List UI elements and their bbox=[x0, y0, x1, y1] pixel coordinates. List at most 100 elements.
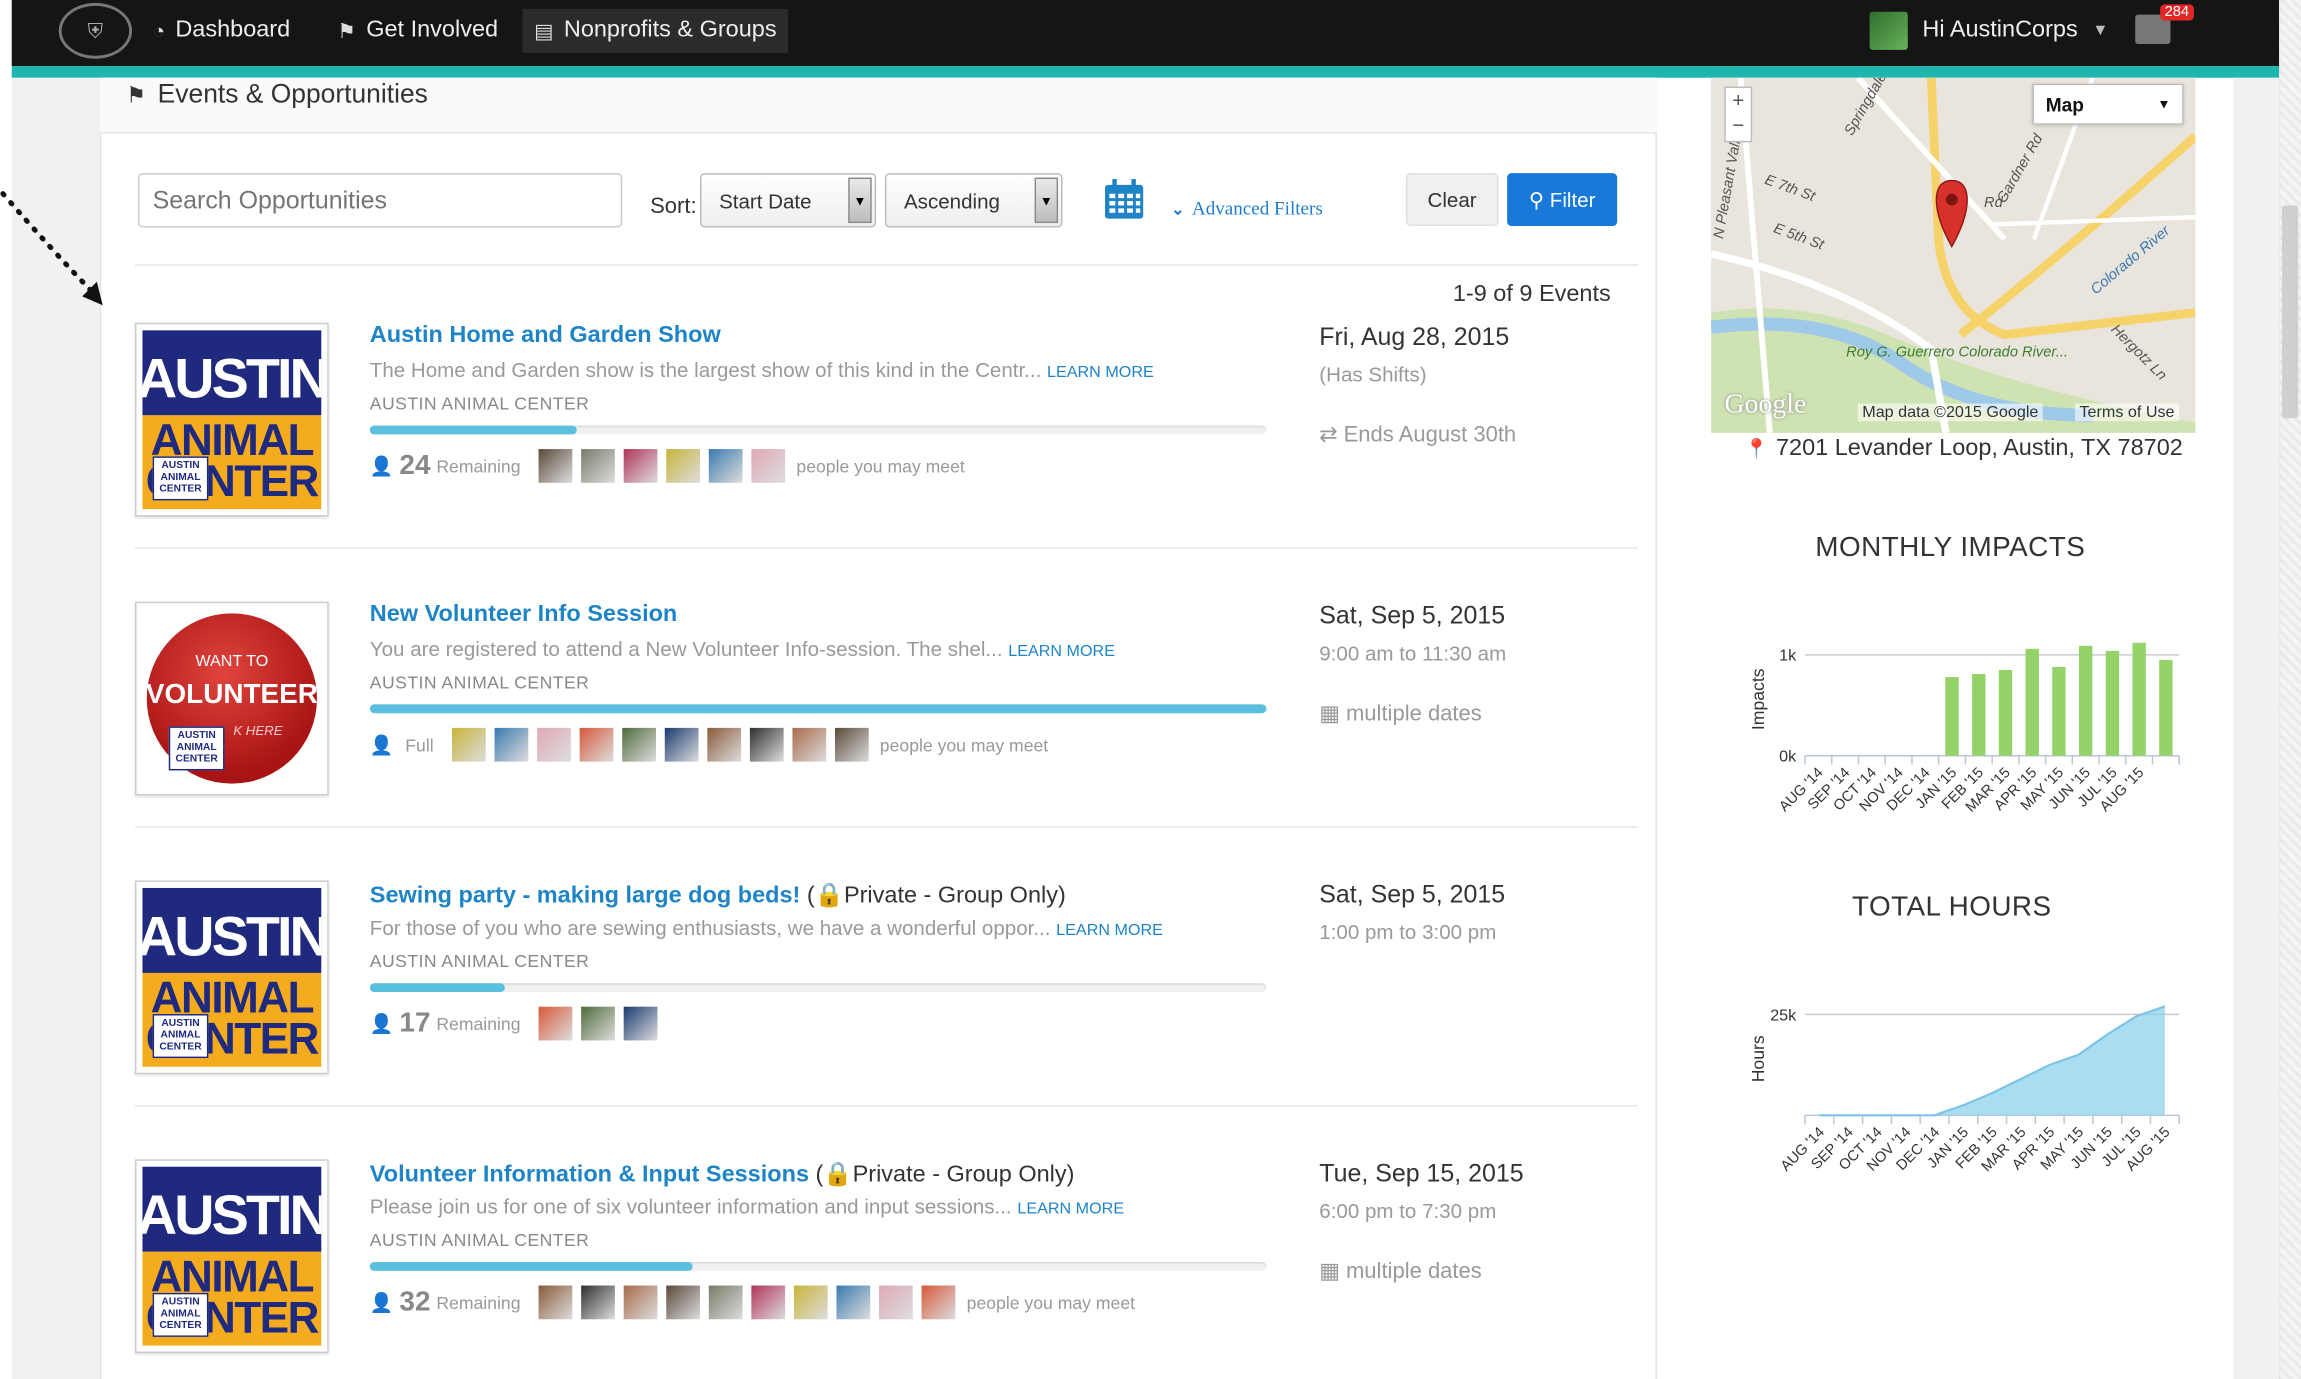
nav-nonprofits-label: Nonprofits & Groups bbox=[563, 17, 777, 43]
remaining-label: Full bbox=[405, 734, 434, 756]
volunteer-avatar[interactable] bbox=[836, 1285, 870, 1320]
remaining-count: 17 bbox=[399, 1007, 431, 1039]
sort-field-select[interactable]: Start Date ▼ bbox=[699, 173, 877, 228]
volunteer-avatar[interactable] bbox=[664, 727, 698, 762]
panel-title: ⚑ Events & Opportunities bbox=[126, 79, 428, 110]
volunteer-avatar[interactable] bbox=[708, 449, 743, 483]
event-address: 📍 7201 Levander Loop, Austin, TX 78702 bbox=[1745, 436, 2183, 462]
volunteer-avatar[interactable] bbox=[451, 727, 486, 762]
volunteer-avatar[interactable] bbox=[538, 1006, 572, 1041]
event-image[interactable]: AUSTIN ANIMAL CENTER AUSTIN ANIMAL CENTER bbox=[135, 1159, 329, 1354]
clear-button[interactable]: Clear bbox=[1405, 173, 1499, 226]
search-input[interactable] bbox=[137, 173, 623, 228]
address-text: 7201 Levander Loop, Austin, TX 78702 bbox=[1775, 435, 2183, 461]
remaining-label: Remaining bbox=[436, 1292, 521, 1313]
lock-icon: 🔒 bbox=[814, 883, 844, 909]
event-extra-text: multiple dates bbox=[1345, 1258, 1482, 1284]
event-description-text: For those of you who are sewing enthusia… bbox=[369, 915, 1051, 940]
event-image[interactable]: AUSTIN ANIMAL CENTER AUSTIN ANIMAL CENTER bbox=[135, 880, 329, 1075]
event-time: (Has Shifts) bbox=[1319, 362, 1427, 386]
logo-text: AUSTIN bbox=[142, 330, 322, 416]
volunteer-avatar[interactable] bbox=[623, 1006, 658, 1041]
map-type-value: Map bbox=[2045, 93, 2084, 116]
event-organization[interactable]: AUSTIN ANIMAL CENTER bbox=[370, 951, 590, 972]
volunteer-avatar[interactable] bbox=[749, 727, 783, 762]
volunteer-avatar[interactable] bbox=[921, 1285, 955, 1320]
event-image[interactable]: WANT TO VOLUNTEER K HERE AUSTIN ANIMAL C… bbox=[135, 601, 329, 796]
event-organization[interactable]: AUSTIN ANIMAL CENTER bbox=[370, 672, 590, 693]
event-extra: ▦ multiple dates bbox=[1319, 1258, 1482, 1284]
scrollbar-thumb[interactable] bbox=[2281, 205, 2299, 419]
sort-order-select[interactable]: Ascending ▼ bbox=[884, 173, 1063, 228]
volunteer-avatar[interactable] bbox=[708, 1285, 743, 1320]
event-organization[interactable]: AUSTIN ANIMAL CENTER bbox=[370, 393, 590, 414]
bar bbox=[1998, 670, 2013, 756]
volunteer-avatar[interactable] bbox=[750, 449, 785, 483]
divider bbox=[135, 264, 1638, 266]
event-title-text[interactable]: Sewing party - making large dog beds! bbox=[370, 883, 801, 908]
volunteer-avatar[interactable] bbox=[536, 727, 571, 762]
logo-text: WANT TO bbox=[195, 653, 269, 671]
site-logo[interactable]: ⛨ bbox=[58, 2, 133, 59]
volunteer-avatar[interactable] bbox=[580, 449, 615, 483]
volunteer-avatar[interactable] bbox=[878, 1285, 913, 1320]
person-icon: 👤 bbox=[369, 1011, 394, 1034]
event-people: 👤 24 Remaining people you may meet bbox=[370, 449, 965, 483]
volunteer-avatar[interactable] bbox=[791, 727, 826, 762]
volunteer-avatar[interactable] bbox=[623, 449, 658, 483]
volunteer-avatar[interactable] bbox=[621, 727, 656, 762]
volunteer-avatar[interactable] bbox=[578, 727, 613, 762]
event-title[interactable]: New Volunteer Info Session bbox=[370, 602, 677, 628]
advanced-filters-toggle[interactable]: ⌄ Advanced Filters bbox=[1171, 197, 1323, 220]
nav-dashboard[interactable]: ◔ Dashboard bbox=[141, 13, 302, 48]
volunteer-avatar[interactable] bbox=[706, 727, 741, 762]
map-credit: Map data ©2015 Google bbox=[1857, 403, 2043, 422]
event-title-text[interactable]: New Volunteer Info Session bbox=[370, 602, 677, 627]
sort-label: Sort: bbox=[650, 193, 697, 219]
map-zoom-controls[interactable]: + − bbox=[1724, 86, 1753, 143]
calendar-icon[interactable] bbox=[1104, 179, 1145, 220]
event-date: Sat, Sep 5, 2015 bbox=[1319, 601, 1506, 630]
event-title[interactable]: Austin Home and Garden Show bbox=[370, 323, 721, 349]
learn-more-link[interactable]: LEARN MORE bbox=[1008, 643, 1115, 661]
event-extra-text: multiple dates bbox=[1345, 700, 1482, 726]
event-description: The Home and Garden show is the largest … bbox=[370, 358, 1154, 381]
learn-more-link[interactable]: LEARN MORE bbox=[1017, 1200, 1124, 1218]
event-title[interactable]: Volunteer Information & Input Sessions (… bbox=[370, 1159, 1075, 1188]
user-menu[interactable]: Hi AustinCorps ▼ bbox=[1869, 11, 2108, 50]
event-people: 👤 32 Remaining people you may meet bbox=[370, 1285, 1135, 1320]
volunteer-avatar[interactable] bbox=[493, 727, 528, 762]
exchange-icon: ⇄ bbox=[1319, 422, 1338, 448]
event-organization[interactable]: AUSTIN ANIMAL CENTER bbox=[370, 1230, 590, 1251]
event-description-text: You are registered to attend a New Volun… bbox=[369, 636, 1003, 661]
nav-nonprofits-groups[interactable]: ▤ Nonprofits & Groups bbox=[522, 8, 789, 53]
learn-more-link[interactable]: LEARN MORE bbox=[1047, 364, 1154, 382]
volunteer-avatar[interactable] bbox=[623, 1285, 658, 1320]
event-time: 6:00 pm to 7:30 pm bbox=[1319, 1198, 1497, 1223]
volunteer-avatar[interactable] bbox=[538, 449, 572, 483]
progress-bar bbox=[369, 1262, 1267, 1271]
volunteer-avatar[interactable] bbox=[665, 1285, 700, 1320]
volunteer-avatar[interactable] bbox=[793, 1285, 828, 1320]
location-map[interactable]: Springdale Rd E 7th St E 5th St Gardner … bbox=[1711, 77, 2196, 433]
event-title-text[interactable]: Volunteer Information & Input Sessions bbox=[370, 1162, 809, 1187]
volunteer-avatar[interactable] bbox=[834, 727, 869, 762]
volunteer-avatar[interactable] bbox=[750, 1285, 785, 1320]
event-item: AUSTIN ANIMAL CENTER AUSTIN ANIMAL CENTER… bbox=[135, 1159, 1638, 1379]
volunteer-avatar[interactable] bbox=[665, 449, 700, 483]
nav-get-involved[interactable]: ⚑ Get Involved bbox=[326, 13, 510, 48]
event-title[interactable]: Sewing party - making large dog beds! (🔒… bbox=[370, 881, 1066, 910]
volunteer-avatar[interactable] bbox=[580, 1006, 615, 1041]
volunteer-avatar[interactable] bbox=[538, 1285, 572, 1320]
map-terms-link[interactable]: Terms of Use bbox=[2075, 403, 2179, 422]
volunteer-avatar[interactable] bbox=[580, 1285, 615, 1320]
event-title-text[interactable]: Austin Home and Garden Show bbox=[370, 323, 721, 348]
learn-more-link[interactable]: LEARN MORE bbox=[1056, 922, 1163, 940]
filter-button[interactable]: ⚲ Filter bbox=[1507, 173, 1618, 226]
nav-get-involved-label: Get Involved bbox=[366, 17, 499, 43]
accent-bar bbox=[11, 66, 2280, 78]
event-image[interactable]: AUSTIN ANIMAL CENTER AUSTIN ANIMAL CENTER bbox=[135, 322, 329, 517]
bar bbox=[2105, 650, 2120, 756]
map-type-select[interactable]: Map ▼ bbox=[2032, 83, 2184, 125]
remaining-label: Remaining bbox=[436, 1013, 521, 1034]
